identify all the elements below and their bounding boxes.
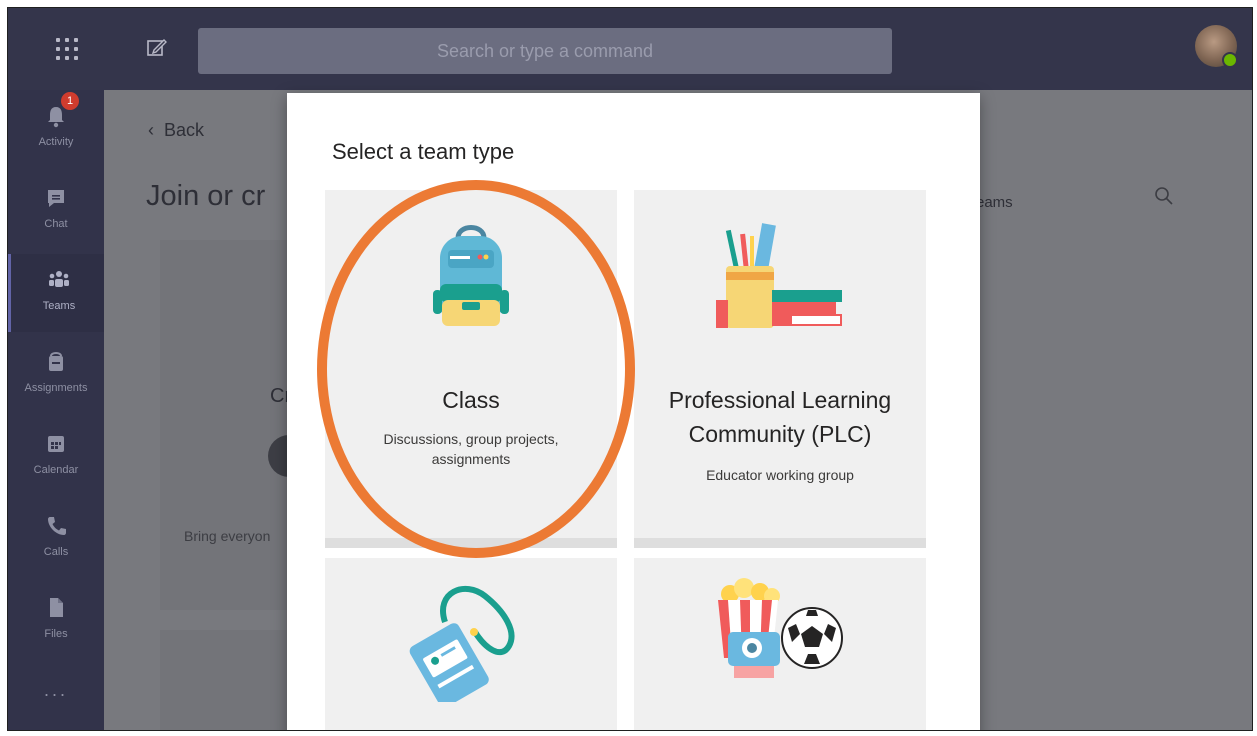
lanyard-badge-icon xyxy=(409,585,515,702)
back-label: Back xyxy=(164,120,205,140)
team-type-tile-plc[interactable]: Professional Learning Community (PLC) Ed… xyxy=(634,190,926,548)
tile-description: Discussions, group projects, assignments xyxy=(383,431,559,467)
teams-icon xyxy=(49,271,69,287)
tile-description: Educator working group xyxy=(706,467,854,483)
tile-divider xyxy=(634,538,926,548)
rail-item-files[interactable]: Files xyxy=(8,582,104,660)
rail-item-calendar[interactable]: Calendar xyxy=(8,418,104,496)
rail-label: Calendar xyxy=(33,464,79,476)
rail-item-teams[interactable]: Teams xyxy=(8,254,107,332)
popcorn-soccer-icon xyxy=(718,578,843,678)
rail-label: Teams xyxy=(42,300,76,312)
search-placeholder: Search or type a command xyxy=(436,40,654,61)
teams-window: Search or type a command 1 Activity Chat… xyxy=(7,7,1253,731)
rail-label: Activity xyxy=(38,136,74,148)
team-type-tile-staff[interactable] xyxy=(325,558,617,730)
rail-item-chat[interactable]: Chat xyxy=(8,172,104,250)
top-bar: Search or type a command xyxy=(8,8,1252,90)
file-icon xyxy=(50,598,63,617)
assignments-icon xyxy=(49,352,63,371)
dialog-title: Select a team type xyxy=(332,139,515,164)
compose-icon[interactable] xyxy=(146,36,168,63)
rail-label: Assignments xyxy=(24,382,88,394)
backpack-icon xyxy=(433,225,509,326)
app-rail: 1 Activity Chat Teams Assignments Calend… xyxy=(8,90,107,730)
chat-icon xyxy=(48,190,64,207)
chevron-left-icon: ‹ xyxy=(148,120,164,140)
rail-item-assignments[interactable]: Assignments xyxy=(8,336,104,414)
back-link[interactable]: ‹ Back xyxy=(148,120,204,141)
team-type-tile-other[interactable] xyxy=(634,558,926,730)
more-apps-icon[interactable]: ... xyxy=(8,680,104,701)
page-title: Join or cr xyxy=(146,180,266,212)
pencil-cup-icon xyxy=(716,223,842,328)
rail-item-calls[interactable]: Calls xyxy=(8,500,104,578)
app-launcher-icon[interactable] xyxy=(56,38,78,60)
presence-status-icon xyxy=(1222,52,1238,68)
tile-name: Class xyxy=(442,387,500,413)
teams-search-input[interactable]: eams xyxy=(976,194,1013,211)
tile-name: Professional Learning Community (PLC) xyxy=(668,387,892,447)
create-team-description: Bring everyon xyxy=(184,528,271,544)
activity-badge: 1 xyxy=(61,92,79,110)
search-input[interactable]: Search or type a command xyxy=(198,28,892,74)
phone-icon xyxy=(48,517,66,535)
search-icon[interactable] xyxy=(1154,186,1174,211)
select-team-type-dialog: Select a team type Class Discussions, gr… xyxy=(287,93,980,730)
team-type-tile-class[interactable]: Class Discussions, group projects, assig… xyxy=(325,190,617,548)
rail-item-activity[interactable]: 1 Activity xyxy=(8,90,104,168)
tile-divider xyxy=(325,538,617,548)
user-avatar[interactable] xyxy=(1195,25,1238,68)
rail-label: Files xyxy=(44,628,68,640)
rail-label: Chat xyxy=(44,218,68,230)
calendar-icon xyxy=(48,436,64,452)
rail-label: Calls xyxy=(43,546,69,558)
